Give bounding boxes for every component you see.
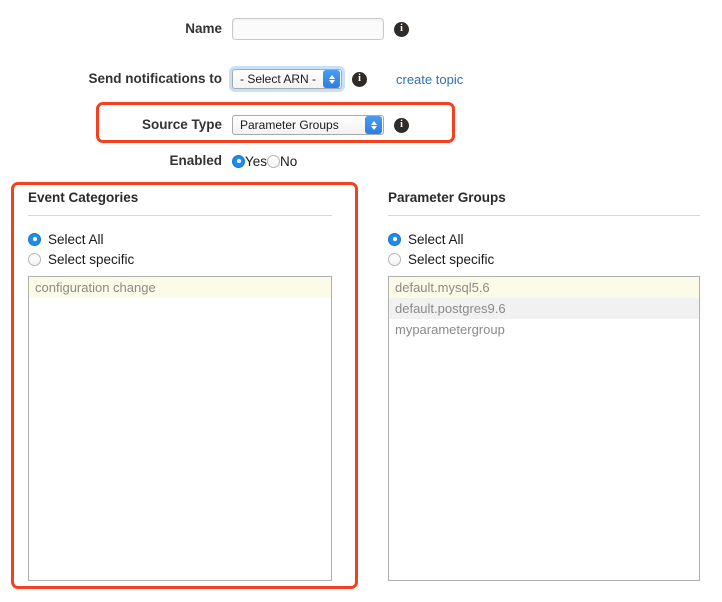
- enabled-no-radio[interactable]: [267, 154, 281, 168]
- divider: [28, 215, 332, 216]
- form-row-enabled: Enabled Yes No: [0, 146, 722, 176]
- event-categories-mode-radios: Select All Select specific: [28, 230, 332, 268]
- form-row-name: Name i: [0, 14, 722, 44]
- chevron-updown-icon[interactable]: [365, 116, 382, 134]
- name-input[interactable]: [232, 18, 384, 40]
- info-icon[interactable]: i: [352, 71, 367, 87]
- event-categories-panel: Event Categories Select All Select speci…: [28, 190, 332, 581]
- list-item[interactable]: myparametergroup: [389, 319, 699, 340]
- send-notifications-value: - Select ARN -: [240, 72, 317, 86]
- enabled-control: Yes No: [232, 146, 297, 176]
- name-control: i: [232, 14, 409, 44]
- radio-icon[interactable]: [388, 232, 401, 246]
- event-categories-select-all-label: Select All: [48, 231, 104, 247]
- form-row-send-notifications: Send notifications to - Select ARN - i c…: [0, 64, 722, 94]
- source-type-control: Parameter Groups i: [232, 110, 409, 140]
- radio-icon[interactable]: [388, 252, 401, 266]
- parameter-groups-select-specific-label: Select specific: [408, 251, 495, 267]
- parameter-groups-panel: Parameter Groups Select All Select speci…: [388, 190, 700, 581]
- radio-icon[interactable]: [28, 232, 41, 246]
- parameter-groups-mode-radios: Select All Select specific: [388, 230, 700, 268]
- info-icon[interactable]: i: [394, 117, 409, 133]
- source-type-select-wrap: Parameter Groups: [232, 115, 384, 135]
- event-categories-listbox[interactable]: configuration change: [28, 276, 332, 581]
- name-label: Name: [185, 21, 222, 36]
- send-notifications-select[interactable]: - Select ARN -: [232, 69, 342, 89]
- list-item[interactable]: default.mysql5.6: [389, 277, 699, 298]
- parameter-groups-listbox[interactable]: default.mysql5.6 default.postgres9.6 myp…: [388, 276, 700, 581]
- send-notifications-label: Send notifications to: [88, 71, 223, 86]
- enabled-no-label: No: [280, 153, 298, 169]
- enabled-yes-radio[interactable]: [232, 154, 245, 168]
- chevron-updown-icon[interactable]: [323, 70, 340, 88]
- notification-form: Name i Send notifications to - Select AR…: [0, 0, 722, 180]
- enabled-label: Enabled: [169, 153, 222, 168]
- parameter-groups-select-all-label: Select All: [408, 231, 464, 247]
- list-item[interactable]: default.postgres9.6: [389, 298, 699, 319]
- parameter-groups-select-all[interactable]: Select All: [388, 230, 700, 248]
- parameter-groups-title: Parameter Groups: [388, 190, 506, 205]
- source-type-select[interactable]: Parameter Groups: [232, 115, 384, 135]
- source-type-label: Source Type: [141, 117, 222, 132]
- event-categories-select-specific-label: Select specific: [48, 251, 135, 267]
- send-notifications-select-wrap: - Select ARN -: [229, 66, 345, 92]
- divider: [388, 215, 700, 216]
- info-icon[interactable]: i: [394, 21, 409, 37]
- parameter-groups-select-specific[interactable]: Select specific: [388, 250, 700, 268]
- event-categories-select-all[interactable]: Select All: [28, 230, 332, 248]
- source-type-value: Parameter Groups: [240, 118, 339, 132]
- radio-icon[interactable]: [28, 252, 41, 266]
- event-categories-select-specific[interactable]: Select specific: [28, 250, 332, 268]
- list-item[interactable]: configuration change: [29, 277, 331, 298]
- send-notifications-control: - Select ARN - i: [229, 64, 367, 94]
- event-categories-title: Event Categories: [28, 190, 139, 205]
- enabled-yes-label: Yes: [245, 153, 268, 169]
- form-row-source-type: Source Type Parameter Groups i: [0, 110, 722, 140]
- create-topic-link[interactable]: create topic: [396, 72, 463, 87]
